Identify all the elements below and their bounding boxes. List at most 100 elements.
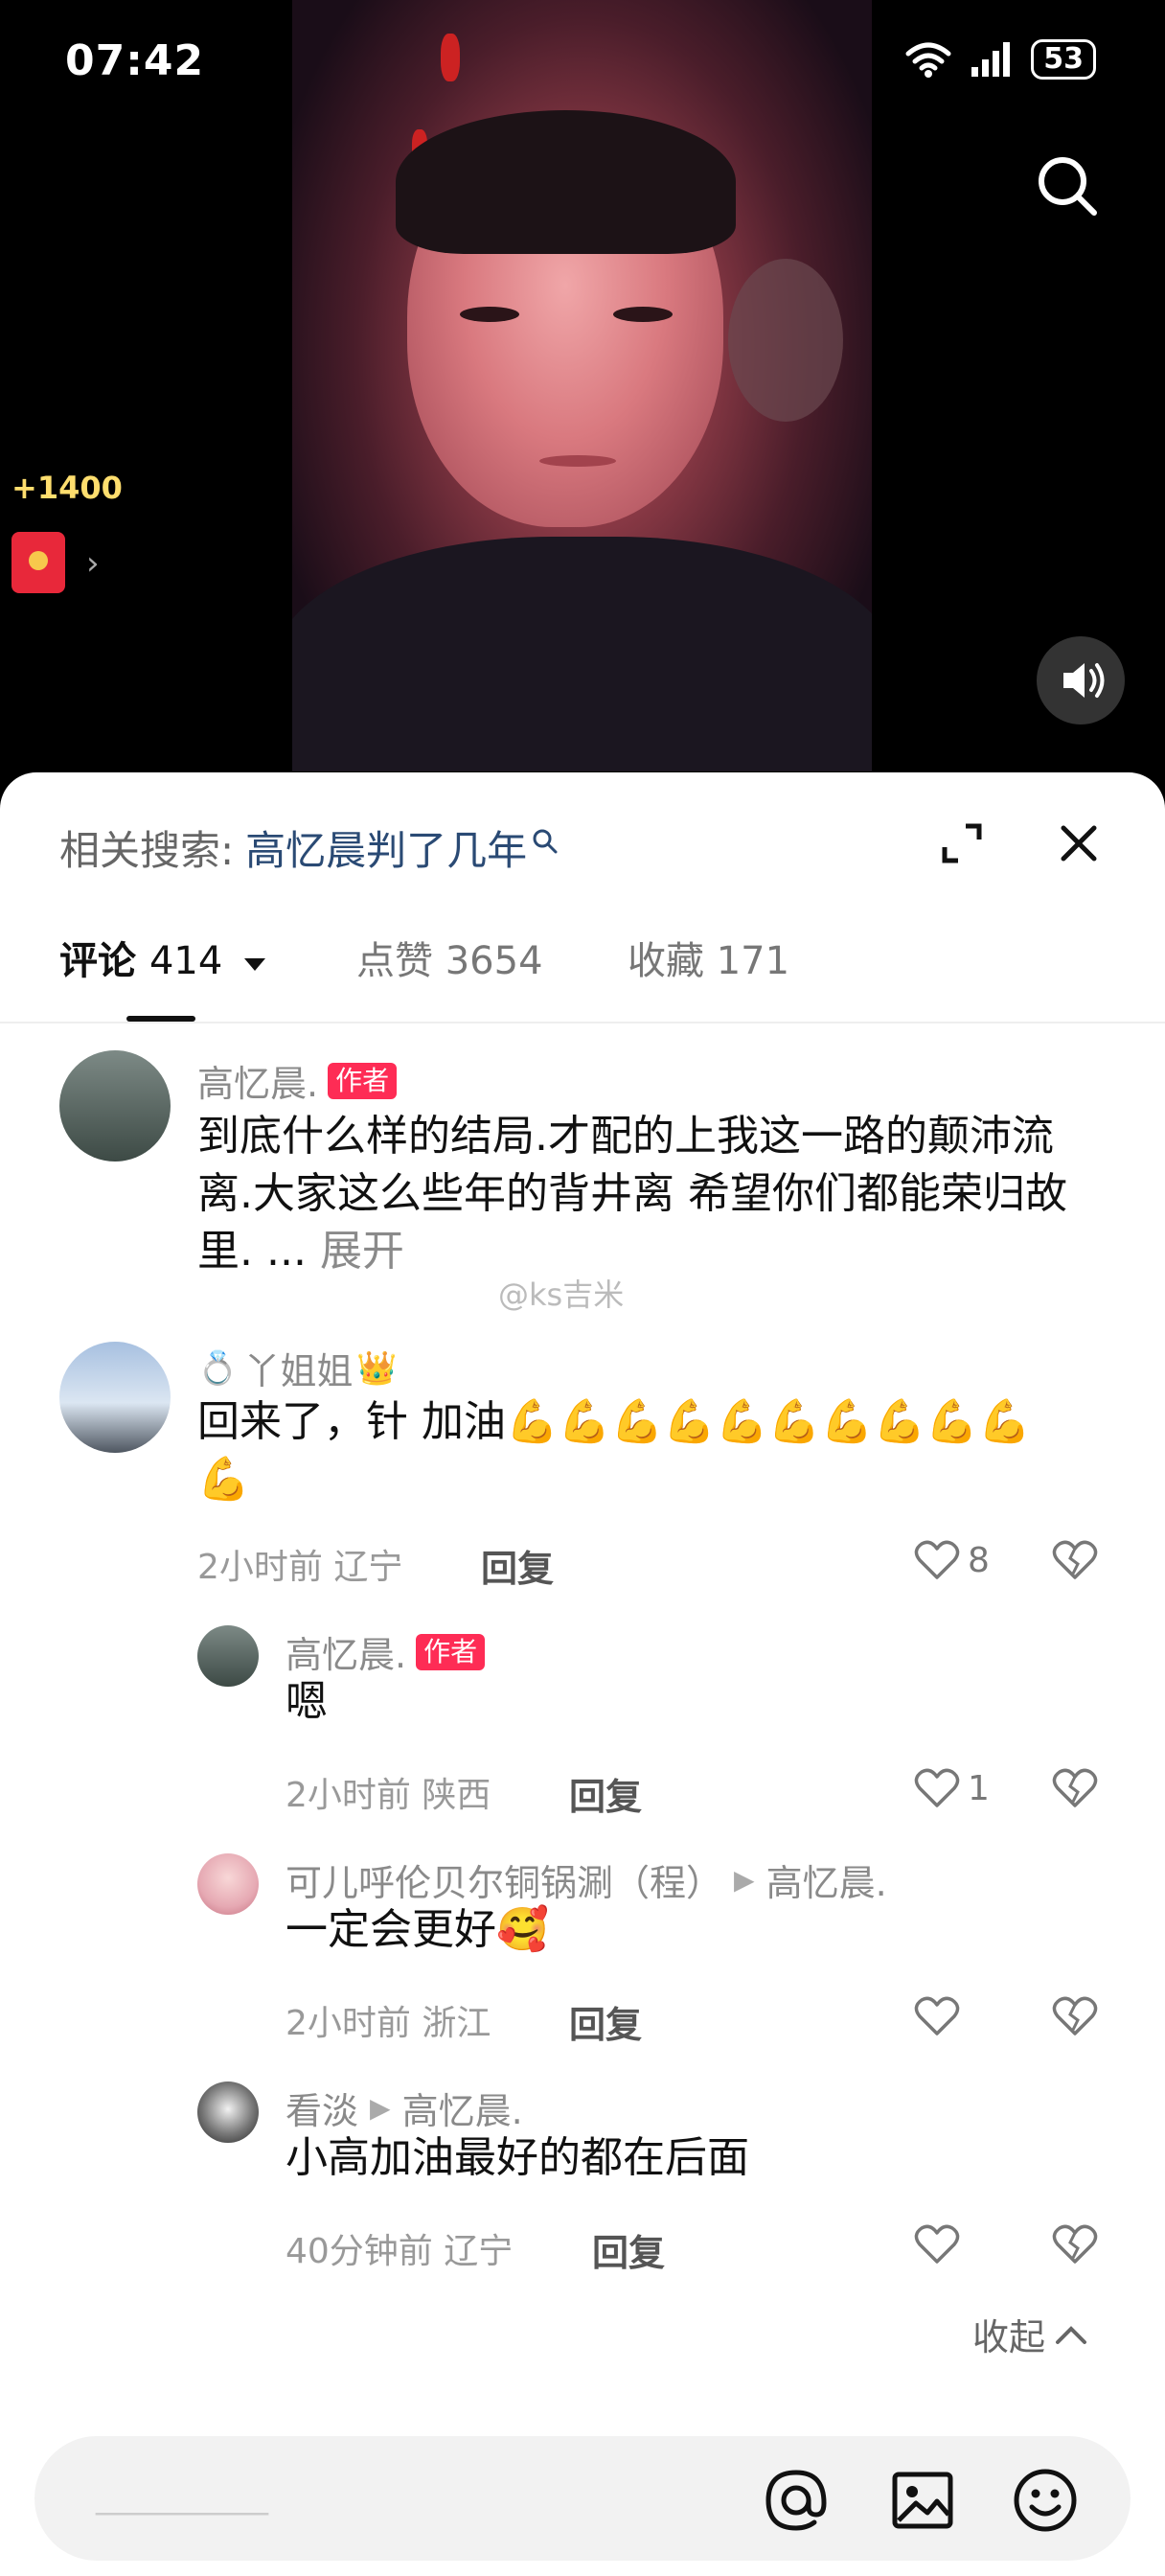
tab-count: 171 [716,939,790,983]
comment-time: 40分钟前 [286,2232,433,2271]
comment-text: 回来了，针 加油💪💪💪💪💪💪💪💪💪💪💪 [197,1397,1031,1504]
like-button[interactable]: 1 [914,1767,990,1809]
heart-icon [914,1540,960,1579]
comment-author[interactable]: 高忆晨. 作者 [197,1054,398,1107]
reward-counter: +1400 [11,470,123,506]
comment-meta: 40分钟前 辽宁 [286,2223,513,2273]
eye [460,307,519,322]
status-icons: 53 [904,36,1096,82]
signal-icon [971,42,1011,77]
related-search-term[interactable]: 高忆晨判了几年 [245,818,527,877]
tab-label: 点赞 [356,939,433,983]
related-search[interactable]: 相关搜索: 高忆晨判了几年 [59,818,560,877]
tab-count: 3654 [445,939,543,983]
comment-time: 2小时前 [286,2004,411,2043]
comment-input[interactable]: __________ [34,2436,1131,2561]
comment-location: 辽宁 [444,2232,514,2271]
mouth [539,455,616,467]
author-name: 可儿呼伦贝尔铜锅涮（程） [286,1862,723,1904]
wifi-icon [905,42,951,78]
background-person [728,259,843,422]
reply-button[interactable]: 回复 [481,1539,554,1592]
crown-icon: 👑 [356,1348,398,1388]
comment-location: 辽宁 [333,1548,403,1587]
red-packet-icon[interactable] [11,532,65,593]
comment-location: 陕西 [422,1776,491,1815]
comment-time: 2小时前 [197,1548,323,1587]
battery-indicator: 53 [1031,39,1096,80]
avatar[interactable] [197,1625,259,1687]
comment-input-placeholder[interactable]: __________ [96,2476,268,2516]
image-icon[interactable] [887,2465,958,2536]
collapse-replies-button[interactable]: 收起 [972,2308,1087,2360]
expand-link[interactable]: 展开 [320,1227,404,1276]
reply-arrow-icon: ▶ [734,1864,755,1896]
reply-target[interactable]: 高忆晨. [766,1853,887,1906]
author-name: 高忆晨. [286,1634,407,1676]
comment-meta: 2小时前 浙江 [286,1995,491,2045]
avatar[interactable] [59,1342,171,1453]
dislike-heart-icon[interactable] [1052,1995,1098,2037]
avatar[interactable] [197,1853,259,1915]
tab-count: 414 [148,939,223,983]
like-count: 1 [968,1768,990,1808]
comment-author[interactable]: 看淡 ▶ 高忆晨. [286,2082,523,2134]
comment-location: 浙江 [422,2004,491,2043]
heart-icon [914,1996,960,2036]
author-badge: 作者 [328,1062,398,1099]
chevron-right-icon[interactable]: › [86,544,100,583]
emoji-icon[interactable] [1010,2465,1081,2536]
heart-icon [914,2224,960,2264]
clock: 07:42 [65,36,205,85]
author-name: 丫姐姐 [243,1350,354,1392]
mention-icon[interactable] [761,2465,832,2536]
comment-time: 2小时前 [286,1776,411,1815]
heart-icon [914,1768,960,1807]
search-icon [533,829,558,853]
chevron-up-icon [1056,2325,1087,2344]
dislike-heart-icon[interactable] [1052,1767,1098,1809]
tab-comments[interactable]: 评论 414 [59,930,268,985]
author-name: 高忆晨. [197,1063,319,1105]
reply-button[interactable]: 回复 [569,1995,642,2048]
collapse-label: 收起 [972,2316,1046,2358]
tab-favorites[interactable]: 收藏 171 [628,930,789,985]
comment-sheet: 相关搜索: 高忆晨判了几年 评论 414 点赞 3654 收藏 171 高忆晨.… [0,772,1165,2576]
speaker-icon [1063,663,1105,698]
reply-button[interactable]: 回复 [592,2223,665,2276]
close-icon[interactable] [1054,818,1104,868]
watermark: @ks吉米 [498,1276,625,1313]
like-button[interactable] [914,2223,960,2266]
like-button[interactable] [914,1995,960,2037]
dislike-heart-icon[interactable] [1052,2223,1098,2266]
hoodie [292,537,872,771]
like-button[interactable]: 8 [914,1539,990,1581]
comment-meta: 2小时前 陕西 [286,1767,491,1817]
status-bar: 07:42 53 [0,0,1165,115]
comment-text: 一定会更好🥰 [286,1905,549,1954]
volume-button[interactable] [1037,636,1125,724]
hair [396,110,736,254]
search-icon[interactable] [1035,153,1098,217]
comment-author[interactable]: 💍 丫姐姐 👑 [197,1342,398,1394]
tab-underline [126,1016,195,1022]
author-badge: 作者 [416,1633,486,1670]
reply-target[interactable]: 高忆晨. [402,2082,523,2134]
tab-likes[interactable]: 点赞 3654 [356,930,543,985]
video-player[interactable]: 07:42 53 +1400 › [0,0,1165,805]
avatar[interactable] [59,1050,171,1162]
reply-arrow-icon: ▶ [370,2092,391,2124]
tab-label: 评论 [59,939,136,983]
reply-button[interactable]: 回复 [569,1767,642,1820]
fullscreen-icon[interactable] [937,818,987,868]
comment-text: 嗯 [286,1677,328,1726]
dislike-heart-icon[interactable] [1052,1539,1098,1581]
avatar[interactable] [197,2082,259,2143]
comment-author[interactable]: 高忆晨. 作者 [286,1625,486,1678]
like-count: 8 [968,1540,990,1580]
caret-down-icon [244,958,266,971]
related-search-prefix: 相关搜索: [59,827,235,874]
author-name: 看淡 [286,2090,359,2132]
eye [613,307,673,322]
comment-author[interactable]: 可儿呼伦贝尔铜锅涮（程） ▶ 高忆晨. [286,1853,887,1906]
